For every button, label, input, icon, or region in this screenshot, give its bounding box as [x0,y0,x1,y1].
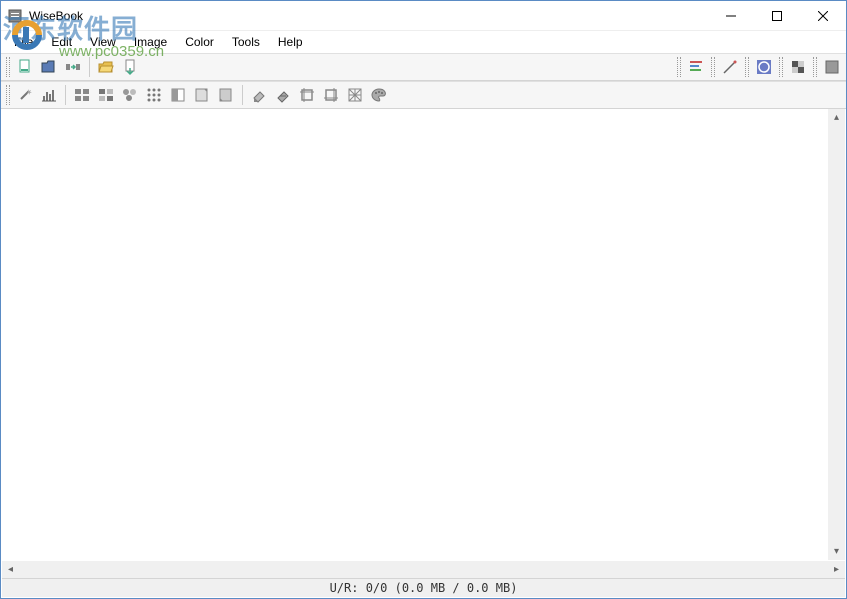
menu-tools[interactable]: Tools [223,33,269,51]
menubar: File Edit View Image Color Tools Help [1,31,846,53]
close-button[interactable] [800,1,846,30]
titlebar: WiseBook [1,1,846,31]
doc-arrow-button[interactable] [118,55,142,79]
grip-icon [677,57,681,77]
grip-icon [711,57,715,77]
toolbar-row-2 [1,81,846,109]
separator-icon [65,85,66,105]
folder-open-button[interactable] [94,55,118,79]
separator-icon [242,85,243,105]
window-title: WiseBook [29,9,83,23]
minimize-button[interactable] [708,1,754,30]
statusbar: U/R: 0/0 (0.0 MB / 0.0 MB) [2,578,845,597]
status-text: U/R: 0/0 (0.0 MB / 0.0 MB) [330,581,518,595]
toolbar1-left-group [3,55,142,79]
checker-button[interactable] [786,55,810,79]
scroll-down-icon[interactable]: ▾ [828,543,845,560]
scroll-left-icon[interactable]: ◂ [2,561,19,578]
grid-cross-button[interactable] [343,83,367,107]
title-left: WiseBook [1,8,83,24]
menu-file[interactable]: File [5,33,42,51]
eraser2-button[interactable] [271,83,295,107]
scroll-up-icon[interactable]: ▴ [828,109,845,126]
grid-dots-button[interactable] [142,83,166,107]
grid-b-button[interactable] [94,83,118,107]
toolbar-row-1 [1,53,846,81]
grid-a-button[interactable] [70,83,94,107]
workspace: ▴ ▾ [2,109,845,560]
histogram-button[interactable] [37,83,61,107]
crop2-button[interactable] [319,83,343,107]
open-button[interactable] [37,55,61,79]
app-icon [7,8,23,24]
palette-button[interactable] [367,83,391,107]
grip-icon [745,57,749,77]
page-fold2-button[interactable] [214,83,238,107]
menu-color[interactable]: Color [176,33,223,51]
horizontal-scrollbar[interactable]: ◂ ▸ [2,561,845,578]
halfpage-button[interactable] [166,83,190,107]
grip-icon [6,85,10,105]
scroll-right-icon[interactable]: ▸ [828,561,845,578]
window-controls [708,1,846,30]
grip-icon [6,57,10,77]
wand-button[interactable] [13,83,37,107]
separator-icon [89,57,90,77]
extra-button[interactable] [820,55,844,79]
menu-edit[interactable]: Edit [42,33,81,51]
grip-icon [813,57,817,77]
molecule-button[interactable] [118,83,142,107]
menu-view[interactable]: View [81,33,125,51]
menu-help[interactable]: Help [269,33,312,51]
maximize-button[interactable] [754,1,800,30]
transfer-button[interactable] [61,55,85,79]
alignment-button[interactable] [684,55,708,79]
toolbar1-right-group [674,55,844,79]
menu-image[interactable]: Image [125,33,176,51]
line-tool-button[interactable] [718,55,742,79]
crop1-button[interactable] [295,83,319,107]
zoom-circle-button[interactable] [752,55,776,79]
page-fold-button[interactable] [190,83,214,107]
new-doc-button[interactable] [13,55,37,79]
grip-icon [779,57,783,77]
vertical-scrollbar[interactable]: ▴ ▾ [828,109,845,560]
eraser-button[interactable] [247,83,271,107]
